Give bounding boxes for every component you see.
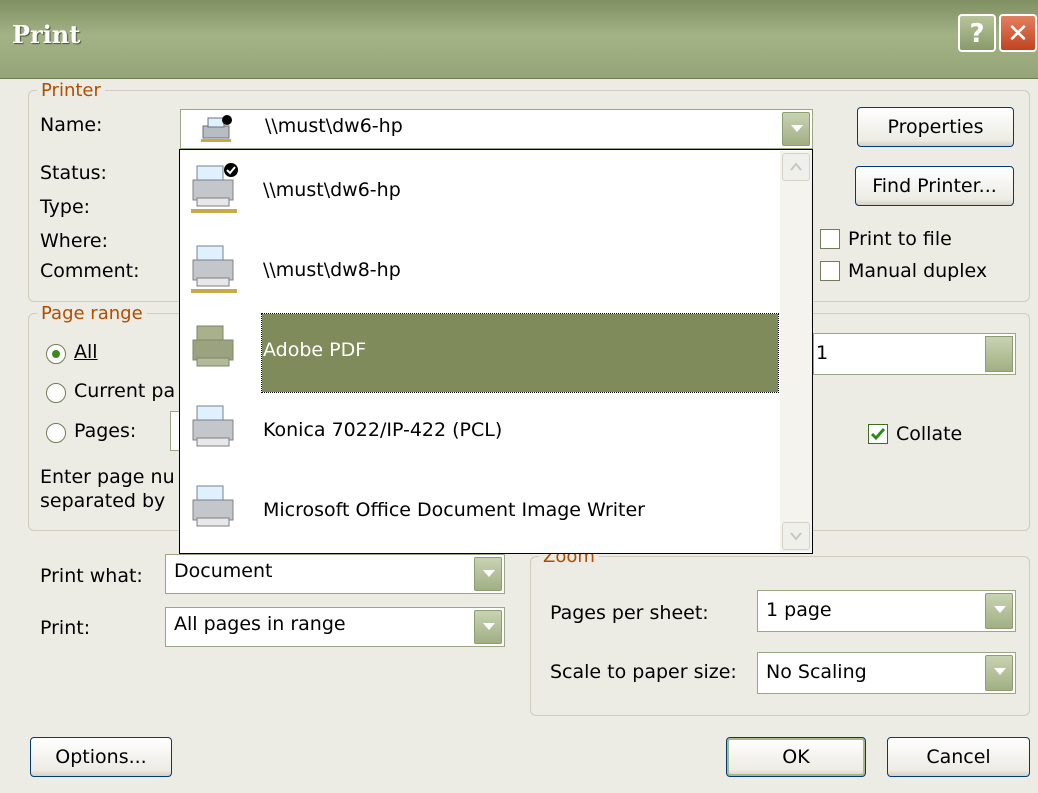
list-item[interactable]: \\must\dw8-hp: [180, 230, 780, 310]
page-range-help-line2: separated by: [40, 490, 166, 512]
manual-duplex-checkbox[interactable]: [820, 261, 840, 281]
print-label: Print:: [40, 617, 91, 639]
list-item-label: Adobe PDF: [263, 339, 367, 361]
pages-per-sheet-label: Pages per sheet:: [550, 602, 709, 624]
chevron-down-icon[interactable]: [985, 593, 1013, 629]
copies-value: 1: [816, 342, 829, 364]
print-what-label: Print what:: [40, 565, 143, 587]
scroll-down-button[interactable]: [782, 522, 810, 550]
list-item-label: \\must\dw6-hp: [263, 179, 401, 201]
name-label: Name:: [40, 114, 103, 136]
page-range-help-line1: Enter page nu: [40, 466, 175, 488]
page-range-legend: Page range: [41, 303, 143, 324]
printer-icon: [192, 325, 234, 367]
list-item[interactable]: \\must\dw6-hp: [180, 150, 780, 230]
network-printer-default-icon: [191, 163, 238, 213]
pages-per-sheet-combo[interactable]: 1 page: [757, 590, 1016, 632]
printer-icon: [192, 485, 234, 527]
list-item-label: Microsoft Office Document Image Writer: [263, 499, 645, 521]
pages-radio[interactable]: [46, 423, 66, 443]
list-item-label: Konica 7022/IP-422 (PCL): [263, 419, 503, 441]
print-what-combo[interactable]: Document: [165, 554, 505, 594]
collate-label: Collate: [896, 423, 963, 445]
list-item-selected[interactable]: Adobe PDF: [180, 310, 780, 393]
list-item-label: \\must\dw8-hp: [263, 259, 401, 281]
all-label: All: [74, 341, 98, 363]
network-printer-icon: [201, 115, 232, 142]
copies-spinner[interactable]: 1: [813, 333, 1016, 375]
printer-name-combo[interactable]: \\must\dw6-hp: [180, 109, 813, 149]
where-label: Where:: [40, 230, 109, 252]
print-combo[interactable]: All pages in range: [165, 607, 505, 647]
scale-value: No Scaling: [766, 661, 867, 683]
window-title: Print: [12, 20, 81, 49]
title-bar: Print ? ✕: [0, 0, 1038, 79]
chevron-up-icon: [790, 162, 802, 171]
all-radio[interactable]: [46, 344, 66, 364]
status-label: Status:: [40, 162, 107, 184]
print-value: All pages in range: [174, 613, 346, 635]
scale-combo[interactable]: No Scaling: [757, 652, 1016, 694]
current-page-radio[interactable]: [46, 383, 66, 403]
scale-label: Scale to paper size:: [550, 661, 737, 683]
chevron-down-icon[interactable]: [474, 557, 502, 591]
chevron-down-icon: [790, 532, 802, 541]
chevron-down-icon[interactable]: [985, 655, 1013, 691]
options-button[interactable]: Options...: [30, 737, 172, 777]
pages-per-sheet-value: 1 page: [766, 599, 832, 621]
ok-button[interactable]: OK: [726, 737, 866, 777]
pages-label: Pages:: [74, 420, 137, 442]
chevron-down-icon[interactable]: [782, 112, 810, 146]
list-item[interactable]: Microsoft Office Document Image Writer: [180, 470, 780, 550]
printer-name-value: \\must\dw6-hp: [265, 115, 403, 137]
help-button[interactable]: ?: [958, 14, 996, 52]
checkmark-icon: [870, 428, 886, 441]
print-what-value: Document: [174, 560, 273, 582]
comment-label: Comment:: [40, 260, 140, 282]
collate-checkbox[interactable]: [868, 424, 888, 444]
scroll-up-button[interactable]: [782, 153, 810, 181]
chevron-down-icon[interactable]: [474, 610, 502, 644]
cancel-button[interactable]: Cancel: [887, 737, 1030, 777]
print-to-file-label: Print to file: [848, 228, 952, 250]
dropdown-scrollbar[interactable]: [780, 151, 812, 552]
properties-button[interactable]: Properties: [857, 107, 1014, 147]
network-printer-icon: [191, 245, 237, 293]
current-page-label: Current pa: [74, 380, 176, 402]
spinner-arrows-icon[interactable]: [985, 336, 1013, 372]
type-label: Type:: [40, 196, 91, 218]
find-printer-button[interactable]: Find Printer...: [855, 166, 1014, 206]
manual-duplex-label: Manual duplex: [848, 260, 988, 282]
list-item[interactable]: Konica 7022/IP-422 (PCL): [180, 390, 780, 470]
printer-legend: Printer: [41, 80, 101, 101]
printer-dropdown-list[interactable]: \\must\dw6-hp \\must\dw8-hp Adobe PDF Ko…: [179, 149, 813, 554]
close-button[interactable]: ✕: [999, 14, 1037, 52]
print-to-file-checkbox[interactable]: [820, 229, 840, 249]
printer-icon: [192, 405, 234, 447]
